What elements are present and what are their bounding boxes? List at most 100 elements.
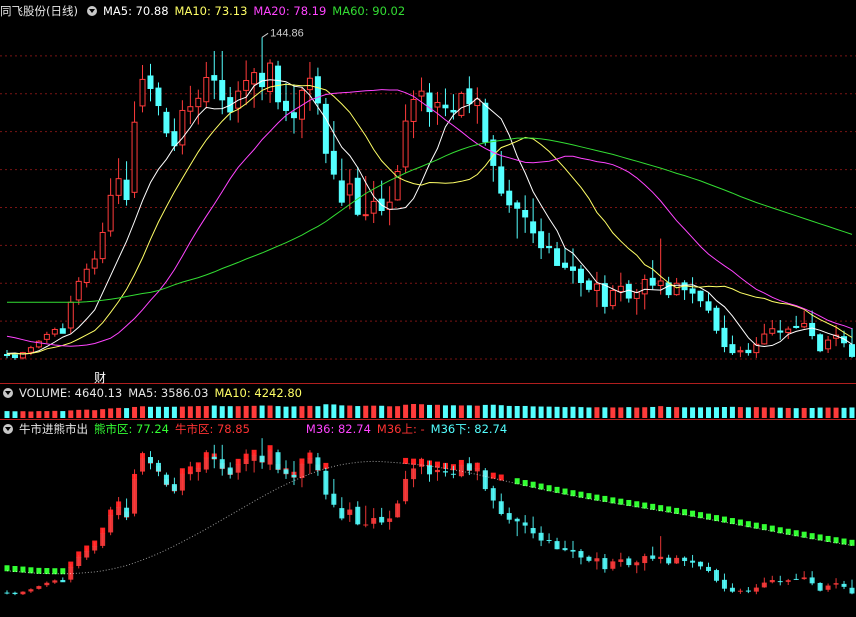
candle-down <box>625 283 632 299</box>
volume-bar <box>108 408 114 418</box>
candle-up <box>641 278 648 295</box>
volume-bar <box>179 406 185 418</box>
indicator-candle <box>498 501 504 514</box>
indicator-candle <box>634 562 640 566</box>
candle-up <box>187 106 194 112</box>
indicator-candle <box>554 541 560 550</box>
candle-up <box>657 280 664 287</box>
candle-down <box>211 75 218 81</box>
indicator-candle <box>20 591 26 595</box>
indicator-candle <box>546 539 552 541</box>
bear-zone-label: 熊市区: 77.24 <box>94 422 169 436</box>
candle-up <box>67 301 74 329</box>
indicator-candle <box>100 533 106 546</box>
indicator-candle <box>251 455 257 461</box>
candle-down <box>466 88 473 105</box>
indicator-candle <box>729 587 735 592</box>
volume-bar <box>291 406 297 418</box>
indicator-candle <box>713 570 719 581</box>
indicator-settings-icon[interactable] <box>3 424 13 434</box>
bear-zone-bar <box>594 494 600 501</box>
candle-down <box>585 280 592 290</box>
volume-bar <box>403 404 409 418</box>
volume-bar <box>562 407 568 418</box>
volume-bar <box>140 406 146 418</box>
indicator-candle <box>825 585 831 590</box>
volume-bar <box>387 406 393 418</box>
indicator-candle <box>482 470 488 490</box>
volume-title: VOLUME: 4640.13 <box>19 386 123 400</box>
volume-bar <box>76 409 82 418</box>
volume-bar <box>299 406 305 418</box>
indicator-candle <box>706 566 712 571</box>
indicator-candle <box>419 464 425 467</box>
volume-bar <box>506 405 512 418</box>
candle-down <box>721 327 728 348</box>
candle-up <box>785 328 792 334</box>
volume-bar <box>68 410 74 418</box>
volume-settings-icon[interactable] <box>3 388 13 398</box>
indicator-candle <box>195 467 201 472</box>
candle-down <box>729 344 736 354</box>
indicator-candle <box>658 556 664 559</box>
volume-bar <box>259 405 265 418</box>
volume-bar <box>155 406 161 418</box>
indicator-candle <box>578 551 584 558</box>
candle-down <box>322 103 329 154</box>
volume-bar <box>379 405 385 418</box>
indicator-candle <box>466 463 472 471</box>
volume-bar <box>570 406 576 418</box>
indicator-candle <box>801 577 807 580</box>
indicator-candle <box>371 518 377 524</box>
volume-bar <box>100 409 106 418</box>
candle-down <box>171 131 178 147</box>
candle-up <box>593 283 600 291</box>
candle-down <box>546 246 553 249</box>
volume-bar <box>801 407 807 418</box>
candle-up <box>27 347 34 353</box>
volume-bar <box>610 407 616 418</box>
volume-bar <box>243 405 249 418</box>
volume-bar <box>466 405 472 418</box>
candle-up <box>75 280 82 301</box>
indicator-candle <box>817 582 823 591</box>
volume-bar <box>419 404 425 418</box>
ma60-label: MA60: 90.02 <box>332 4 406 18</box>
volume-bar <box>642 407 648 418</box>
candle-up <box>370 200 377 214</box>
candle-down <box>338 180 345 203</box>
candle-down <box>538 231 545 249</box>
volume-bar <box>235 406 241 418</box>
volume-bar <box>546 406 552 418</box>
volume-bar <box>777 407 783 418</box>
candle-up <box>769 328 776 334</box>
bear-zone-bar <box>674 507 680 514</box>
m36-down-label: M36下: 82.74 <box>430 422 508 436</box>
indicator-candle <box>506 513 512 520</box>
volume-bar <box>347 405 353 418</box>
volume-bar <box>251 405 257 418</box>
candle-up <box>115 178 122 196</box>
indicator-candle <box>4 592 10 594</box>
volume-bar <box>450 405 456 418</box>
candle-down <box>793 325 800 328</box>
indicator-candle <box>259 455 265 463</box>
volume-bar <box>92 410 98 418</box>
indicator-candle <box>283 469 289 474</box>
candle-up <box>801 322 808 328</box>
indicator-candle <box>179 473 185 491</box>
volume-bar <box>267 405 273 418</box>
indicator-candle <box>442 471 448 473</box>
bull-zone-bar <box>498 474 504 481</box>
indicator-candle <box>833 583 839 585</box>
volume-bar <box>307 405 313 418</box>
volume-bar <box>187 406 193 418</box>
max-price-pointer <box>261 32 269 38</box>
candle-up <box>362 214 369 217</box>
settings-circle-icon[interactable] <box>86 6 97 16</box>
volume-bar <box>132 406 138 418</box>
volume-bar <box>690 407 696 418</box>
volume-ma5-label: MA5: 3586.03 <box>128 386 209 400</box>
volume-ma10-label: MA10: 4242.80 <box>214 386 302 400</box>
volume-bar <box>753 407 759 418</box>
